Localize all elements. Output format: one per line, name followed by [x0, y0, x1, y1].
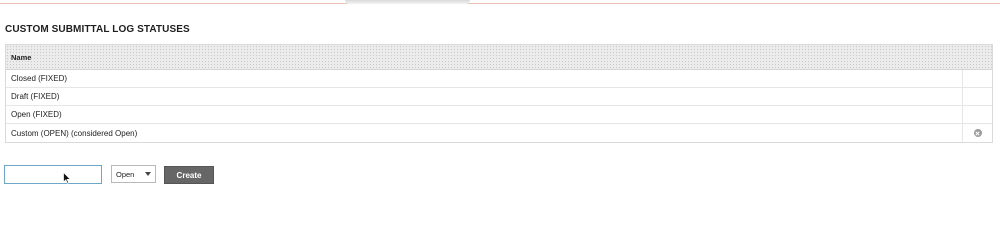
column-header-name: Name: [11, 52, 32, 62]
table-row: Open (FIXED): [6, 106, 992, 124]
table-row: Closed (FIXED): [6, 70, 992, 88]
status-type-select[interactable]: Open: [111, 165, 156, 183]
create-button[interactable]: Create: [164, 166, 214, 184]
row-action-cell: [962, 70, 992, 87]
chevron-down-icon: [145, 172, 151, 176]
row-action-cell: [962, 106, 992, 123]
status-name-input[interactable]: [4, 165, 102, 184]
row-action-cell: [962, 88, 992, 105]
row-action-cell: [962, 124, 992, 142]
top-tab-edge: [345, 0, 470, 4]
status-name: Draft (FIXED): [11, 92, 60, 101]
table-row: Draft (FIXED): [6, 88, 992, 106]
statuses-table: Name Closed (FIXED) Draft (FIXED) Open (…: [5, 44, 993, 143]
delete-icon[interactable]: [973, 129, 982, 137]
status-type-selected: Open: [116, 169, 135, 179]
section-title: CUSTOM SUBMITTAL LOG STATUSES: [5, 24, 190, 35]
status-name: Open (FIXED): [11, 110, 62, 119]
mouse-cursor-icon: [63, 172, 71, 184]
status-name: Custom (OPEN) (considered Open): [11, 128, 138, 138]
status-name: Closed (FIXED): [11, 74, 68, 83]
table-row: Custom (OPEN) (considered Open): [6, 124, 992, 142]
top-divider: [0, 3, 1000, 4]
table-header: Name: [6, 45, 992, 70]
